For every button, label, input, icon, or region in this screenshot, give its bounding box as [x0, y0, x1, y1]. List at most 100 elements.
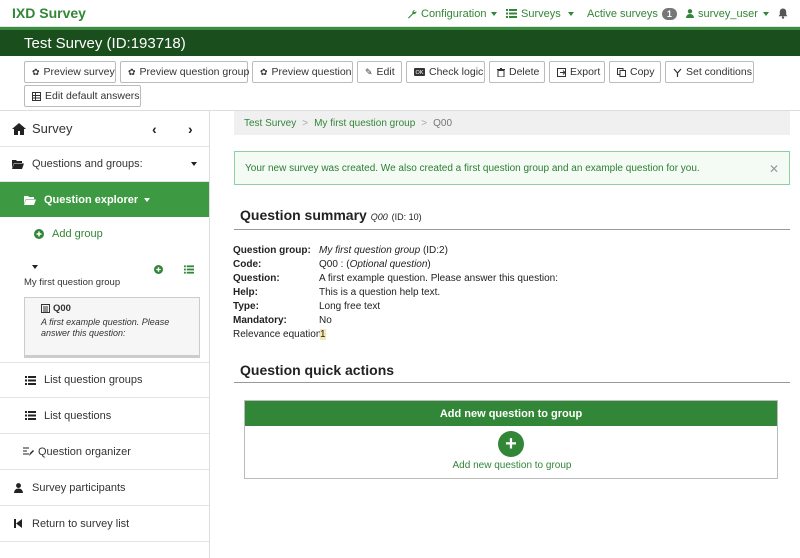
- table-edit-icon: [32, 91, 41, 101]
- sidebar-survey-label: Survey: [32, 121, 73, 136]
- set-conditions-button[interactable]: Set conditions: [665, 61, 754, 83]
- edit-button[interactable]: ✎ Edit: [357, 61, 402, 83]
- active-surveys-link[interactable]: Active surveys 1: [587, 0, 677, 27]
- organizer-icon: [22, 447, 34, 457]
- add-question-panel: Add new question to group + Add new ques…: [244, 400, 778, 479]
- configuration-menu[interactable]: Configuration: [407, 0, 498, 27]
- row-value: Q00 : (: [319, 258, 350, 270]
- close-icon[interactable]: ✕: [769, 162, 779, 176]
- row-extra: (ID:2): [420, 244, 448, 256]
- list-questions-label: List questions: [44, 409, 112, 422]
- summary-id: (ID: 10): [391, 212, 422, 222]
- preview-question-group-button[interactable]: ✿ Preview question group: [120, 61, 250, 83]
- question-list-icon: [41, 304, 50, 313]
- row-label: Relevance equation:: [233, 328, 325, 340]
- export-button[interactable]: Export: [549, 61, 605, 83]
- conditions-icon: [673, 68, 682, 77]
- survey-title: Test Survey (ID:193718): [24, 34, 186, 52]
- preview-survey-button[interactable]: ✿ Preview survey: [24, 61, 116, 83]
- trash-icon: [497, 67, 505, 77]
- group-collapse-caret[interactable]: [32, 265, 38, 269]
- folder-open-icon: [24, 195, 36, 205]
- row-value: No: [319, 314, 332, 326]
- group-name-label[interactable]: My first question group: [24, 277, 120, 288]
- sidebar-item-survey-participants[interactable]: Survey participants: [0, 470, 209, 506]
- surveys-menu[interactable]: Surveys: [506, 0, 561, 27]
- add-new-question-link[interactable]: Add new question to group: [245, 460, 779, 471]
- delete-label: Delete: [509, 66, 540, 78]
- chevron-right-icon[interactable]: ›: [188, 121, 193, 137]
- chevron-left-icon[interactable]: ‹: [152, 121, 157, 137]
- question-code: Q00: [53, 303, 71, 314]
- row-extra: Optional question: [349, 258, 428, 270]
- question-organizer-label: Question organizer: [38, 445, 131, 458]
- questions-and-groups-label: Questions and groups:: [32, 158, 143, 170]
- row-value: A first example question. Please answer …: [319, 272, 559, 284]
- plus-circle-icon[interactable]: +: [498, 431, 524, 457]
- copy-button[interactable]: Copy: [609, 61, 661, 83]
- row-label: Help:: [233, 286, 258, 298]
- breadcrumb-survey[interactable]: Test Survey: [244, 118, 296, 129]
- caret-down-icon: [568, 11, 574, 16]
- brand-logo[interactable]: IXD Survey: [12, 5, 86, 21]
- check-logic-label: Check logic: [429, 66, 484, 78]
- row-label: Type:: [233, 300, 259, 312]
- user-icon: [12, 482, 24, 493]
- question-explorer-label: Question explorer: [44, 193, 139, 206]
- notifications-button[interactable]: [778, 0, 788, 27]
- plus-circle-icon: [34, 229, 44, 239]
- step-backward-icon: [12, 519, 24, 528]
- wrench-icon: [408, 9, 417, 18]
- surveys-label: Surveys: [521, 7, 561, 20]
- question-text: A first example question. Please answer …: [41, 317, 170, 338]
- sidebar-item-list-question-groups[interactable]: List question groups: [0, 362, 209, 398]
- list-icon: [24, 375, 36, 385]
- folder-open-icon: [12, 159, 24, 169]
- add-group-label: Add group: [52, 228, 103, 240]
- list-icon[interactable]: [184, 265, 194, 274]
- edit-label: Edit: [376, 66, 395, 78]
- caret-down-icon: [191, 162, 197, 166]
- main-content: Test Survey > My first question group > …: [210, 111, 800, 558]
- gear-icon: ✿: [32, 66, 40, 77]
- breadcrumb-separator: >: [421, 117, 428, 129]
- divider: [234, 382, 790, 383]
- survey-title-bar: Test Survey (ID:193718): [0, 27, 800, 56]
- breadcrumb-group[interactable]: My first question group: [314, 118, 415, 129]
- preview-survey-label: Preview survey: [43, 66, 115, 78]
- sidebar-item-question-organizer[interactable]: Question organizer: [0, 434, 209, 470]
- summary-row-relevance: Relevance equation: 1: [233, 327, 353, 341]
- breadcrumb-separator: >: [302, 117, 309, 129]
- return-to-survey-list-label: Return to survey list: [32, 517, 130, 530]
- edit-default-answers-button[interactable]: Edit default answers: [24, 85, 141, 107]
- breadcrumb-question: Q00: [433, 117, 453, 129]
- relevance-value: 1: [320, 328, 326, 340]
- add-question-panel-title: Add new question to group: [245, 401, 777, 426]
- sidebar-item-return-to-survey-list[interactable]: Return to survey list: [0, 506, 209, 542]
- row-value: This is a question help text.: [319, 286, 441, 298]
- sidebar-item-list-questions[interactable]: List questions: [0, 398, 209, 434]
- preview-group-label: Preview question group: [139, 66, 250, 78]
- row-value: My first question group: [319, 244, 421, 256]
- quick-actions-heading: Question quick actions: [240, 362, 395, 378]
- pencil-icon: ✎: [365, 66, 373, 77]
- active-surveys-label: Active surveys: [587, 7, 658, 20]
- check-logic-button[interactable]: OK Check logic: [406, 61, 485, 83]
- copy-icon: [617, 67, 626, 77]
- question-item-q00[interactable]: Q00 A first example question. Please ans…: [24, 297, 200, 358]
- configuration-label: Configuration: [421, 7, 487, 20]
- preview-question-button[interactable]: ✿ Preview question: [252, 61, 353, 83]
- surveys-dropdown-toggle[interactable]: [563, 0, 574, 27]
- user-menu[interactable]: survey_user: [686, 0, 769, 27]
- check-logic-icon: OK: [414, 68, 425, 77]
- add-question-plus-icon[interactable]: [154, 265, 163, 274]
- gear-icon: ✿: [260, 66, 268, 77]
- sidebar-question-explorer[interactable]: Question explorer: [0, 182, 209, 217]
- caret-down-icon: [762, 11, 769, 16]
- export-label: Export: [570, 66, 601, 78]
- delete-button[interactable]: Delete: [489, 61, 545, 83]
- gear-icon: ✿: [128, 66, 136, 77]
- sidebar-questions-and-groups[interactable]: Questions and groups:: [0, 147, 209, 182]
- caret-down-icon: [491, 11, 498, 16]
- add-group-link[interactable]: Add group: [34, 228, 103, 240]
